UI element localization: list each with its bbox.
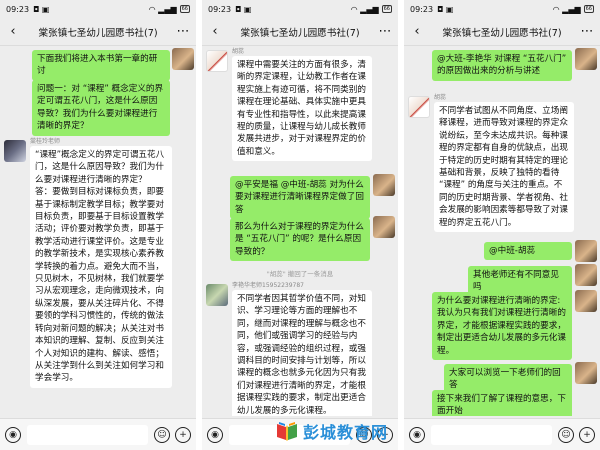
sender-name: 李艳华老师15952239787 [232,282,304,289]
message-text: 为什么要对课程进行清晰的界定:我认为只有我们对课程进行清晰的界定，才能根据课程实… [432,292,572,361]
sender-name: 胡蕊 [232,48,245,55]
avatar[interactable] [408,96,430,118]
message-outgoing[interactable]: @中班-胡蕊 [484,242,572,261]
message-text: @中班-胡蕊 [484,242,572,261]
avatar[interactable] [575,264,597,286]
chat-title: 棠张镇七圣幼儿园愿书社(7) [240,27,360,39]
chat-header: ‹ 棠张镇七圣幼儿园愿书社(7) ⋯ [0,18,196,46]
message-text: 不同学者试图从不同角度、立场阐释课程，进而导致对课程的界定众说纷纭，至今未达成共… [434,102,574,233]
emoji-icon[interactable]: ☺ [558,426,574,443]
chat-title: 棠张镇七圣幼儿园愿书社(7) [442,27,562,39]
back-arrow-icon[interactable]: ‹ [409,24,425,39]
avatar[interactable] [373,216,395,238]
chat-header: ‹ 棠张镇七圣幼儿园愿书社(7) ⋯ [404,18,600,46]
clock: 09:23 [6,4,30,14]
sender-name: 棠桂玲老师 [30,138,61,145]
message-text: 那么为什么对于课程的界定为什么是 “五花八门” 的呢？是什么原因导致的？ [230,218,370,262]
back-arrow-icon[interactable]: ‹ [5,24,21,39]
site-watermark: 彭城教育网 [275,418,388,444]
status-bar: 09:23 ◘ ▣ ◠ ▂▄▆ 66 [404,0,600,18]
message-outgoing[interactable]: 那么为什么对于课程的界定为什么是 “五花八门” 的呢？是什么原因导致的？ [230,218,370,262]
voice-icon[interactable]: ◉ [207,426,223,443]
message-outgoing[interactable]: 接下来我们了解了课程的意思，下面开始 [432,390,572,416]
clock: 09:23 [208,4,232,14]
message-outgoing[interactable]: @大班-李艳华 对课程 “五花八门” 的原因做出来的分析与讲述 [432,50,572,81]
message-text: @大班-李艳华 对课程 “五花八门” 的原因做出来的分析与讲述 [432,50,572,81]
message-text: 问题一：对 “课程” 概念定义的界定可谓五花八门，这是什么原因导致？我们为什么要… [32,80,170,136]
message-incoming[interactable]: “课程”概念定义的界定可谓五花八门，这是什么原因导致？我们为什么要对课程进行清晰… [30,146,172,388]
message-text: 接下来我们了解了课程的意思，下面开始 [432,390,572,416]
voice-icon[interactable]: ◉ [5,426,21,443]
message-outgoing[interactable]: 问题一：对 “课程” 概念定义的界定可谓五花八门，这是什么原因导致？我们为什么要… [32,80,170,136]
signal-icon: ◠ ▂▄▆ [148,4,177,14]
notification-icon: ◘ ▣ [437,4,454,14]
signal-icon: ◠ ▂▄▆ [552,4,581,14]
voice-icon[interactable]: ◉ [409,426,425,443]
notification-icon: ◘ ▣ [235,4,252,14]
message-input[interactable] [27,424,148,445]
chat-title: 棠张镇七圣幼儿园愿书社(7) [38,27,158,39]
status-bar: 09:23 ◘ ▣ ◠ ▂▄▆ 66 [202,0,398,18]
avatar[interactable] [575,362,597,384]
message-outgoing[interactable]: @平安是福 @中班-胡蕊 对为什么要对课程进行清晰课程界定做了回答 [230,176,370,220]
chat-screen-1: 09:23 ◘ ▣ ◠ ▂▄▆ 66 ‹ 棠张镇七圣幼儿园愿书社(7) ⋯ 下面… [0,0,196,450]
avatar[interactable] [206,284,228,306]
message-text: 课程中需要关注的方面有很多，清晰的界定课程，让幼教工作者在课程实施上有迹可循，将… [232,56,372,162]
input-bar: ◉ ☺ + [0,418,196,450]
plus-icon[interactable]: + [175,426,191,443]
recall-notice: "胡蕊" 撤回了一条消息 [266,270,334,278]
message-incoming[interactable]: 课程中需要关注的方面有很多，清晰的界定课程，让幼教工作者在课程实施上有迹可循，将… [232,56,372,162]
status-bar: 09:23 ◘ ▣ ◠ ▂▄▆ 66 [0,0,196,18]
message-text: 下面我们将进入本书第一章的研讨 [32,50,170,81]
battery-icon: 66 [381,5,392,13]
more-options-icon[interactable]: ⋯ [377,24,393,39]
message-outgoing[interactable]: 下面我们将进入本书第一章的研讨 [32,50,170,81]
sender-name: 胡蕊 [434,94,447,101]
emoji-icon[interactable]: ☺ [154,426,170,443]
message-input[interactable] [431,424,552,445]
notification-icon: ◘ ▣ [33,4,50,14]
book-logo-icon [275,420,299,442]
more-options-icon[interactable]: ⋯ [175,24,191,39]
watermark-text: 彭城教育网 [303,423,389,442]
signal-icon: ◠ ▂▄▆ [350,4,379,14]
battery-icon: 66 [179,5,190,13]
chat-screen-2: 09:23 ◘ ▣ ◠ ▂▄▆ 66 ‹ 棠张镇七圣幼儿园愿书社(7) ⋯ 胡蕊… [202,0,398,450]
battery-icon: 66 [583,5,594,13]
chat-header: ‹ 棠张镇七圣幼儿园愿书社(7) ⋯ [202,18,398,46]
avatar[interactable] [206,50,228,72]
avatar[interactable] [575,48,597,70]
clock: 09:23 [410,4,434,14]
message-list[interactable]: 胡蕊 课程中需要关注的方面有很多，清晰的界定课程，让幼教工作者在课程实施上有迹可… [202,46,398,416]
message-text: @平安是福 @中班-胡蕊 对为什么要对课程进行清晰课程界定做了回答 [230,176,370,220]
more-options-icon[interactable]: ⋯ [579,24,595,39]
chat-screen-3: 09:23 ◘ ▣ ◠ ▂▄▆ 66 ‹ 棠张镇七圣幼儿园愿书社(7) ⋯ @大… [404,0,600,450]
message-list[interactable]: 下面我们将进入本书第一章的研讨 问题一：对 “课程” 概念定义的界定可谓五花八门… [0,46,196,416]
plus-icon[interactable]: + [579,426,595,443]
message-text: 不同学者因其哲学价值不同，对知识、学习理论等方面的理解也不同，继而对课程的理解与… [232,290,372,416]
message-text: “课程”概念定义的界定可谓五花八门，这是什么原因导致？我们为什么要对课程进行清晰… [30,146,172,388]
message-list[interactable]: @大班-李艳华 对课程 “五花八门” 的原因做出来的分析与讲述 胡蕊 不同学者试… [404,46,600,416]
avatar[interactable] [575,240,597,262]
avatar[interactable] [172,48,194,70]
avatar[interactable] [373,174,395,196]
back-arrow-icon[interactable]: ‹ [207,24,223,39]
avatar[interactable] [4,140,26,162]
input-bar: ◉ ☺ + [404,418,600,450]
message-outgoing[interactable]: 为什么要对课程进行清晰的界定:我认为只有我们对课程进行清晰的界定，才能根据课程实… [432,292,572,361]
message-incoming[interactable]: 不同学者因其哲学价值不同，对知识、学习理论等方面的理解也不同，继而对课程的理解与… [232,290,372,416]
avatar[interactable] [575,290,597,312]
message-incoming[interactable]: 不同学者试图从不同角度、立场阐释课程，进而导致对课程的界定众说纷纭，至今未达成共… [434,102,574,233]
